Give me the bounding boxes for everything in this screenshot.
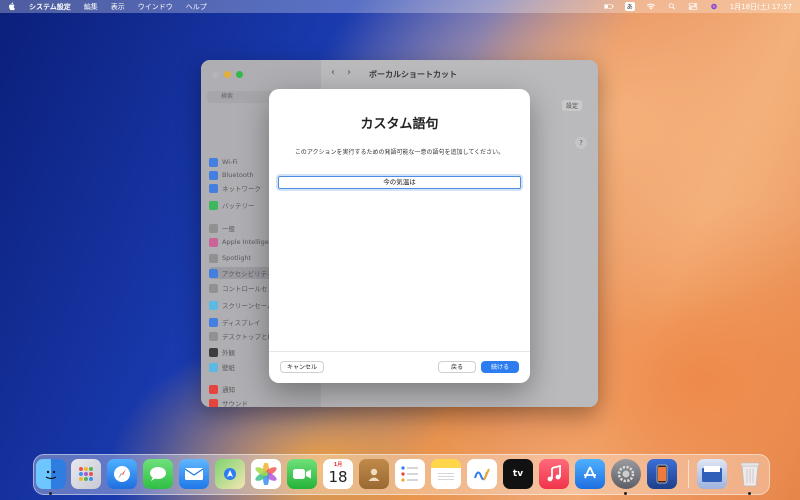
dialog-title: カスタム語句 [360,117,439,132]
appletv-icon[interactable]: tv [503,459,533,489]
launchpad-icon[interactable] [71,459,101,489]
phrase-input[interactable]: 今の気温は [278,176,521,189]
menu-app-name[interactable]: システム設定 [29,2,71,12]
freeform-icon[interactable] [467,459,497,489]
apple-menu-icon[interactable] [8,2,16,11]
notes-icon[interactable] [431,459,461,489]
downloads-icon[interactable] [697,459,727,489]
maps-icon[interactable] [215,459,245,489]
menu-window[interactable]: ウインドウ [138,2,173,12]
messages-icon[interactable] [143,459,173,489]
running-indicator [624,492,627,495]
cancel-button[interactable]: キャンセル [280,361,324,373]
wifi-icon[interactable] [646,3,656,10]
menu-view[interactable]: 表示 [111,2,125,12]
search-icon[interactable] [667,3,677,10]
running-indicator [748,492,751,495]
music-icon[interactable] [539,459,569,489]
menu-help[interactable]: ヘルプ [186,2,207,12]
reminders-icon[interactable] [395,459,425,489]
iphone-mirroring-icon[interactable] [647,459,677,489]
running-indicator [49,492,52,495]
back-button[interactable]: 戻る [438,361,476,373]
calendar-day: 18 [328,468,348,486]
continue-button[interactable]: 続ける [481,361,519,373]
dialog-description: このアクションを実行するための発語可能な一意の語句を追加してください。 [294,149,505,156]
custom-phrase-dialog: カスタム語句 このアクションを実行するための発語可能な一意の語句を追加してくださ… [269,89,530,383]
appletv-label: tv [512,469,524,479]
system-settings-icon[interactable] [611,459,641,489]
datetime[interactable]: 1月18日(土) 17:57 [730,2,792,12]
finder-icon[interactable] [36,459,66,489]
photos-icon[interactable] [251,459,281,489]
menu-edit[interactable]: 編集 [84,2,98,12]
menu-bar: システム設定 編集 表示 ウインドウ ヘルプ あ 1月18日(土) 17:57 [0,0,800,13]
dialog-divider [269,351,530,352]
siri-icon[interactable] [709,3,719,10]
calendar-icon[interactable]: 1月 18 [323,459,353,489]
dock-separator [688,460,689,488]
control-center-icon[interactable] [688,3,698,10]
trash-icon[interactable] [735,459,765,489]
appstore-icon[interactable] [575,459,605,489]
input-source-icon[interactable]: あ [624,2,635,11]
battery-icon[interactable] [603,3,614,10]
facetime-icon[interactable] [287,459,317,489]
safari-icon[interactable] [107,459,137,489]
mail-icon[interactable] [179,459,209,489]
contacts-icon[interactable] [359,459,389,489]
